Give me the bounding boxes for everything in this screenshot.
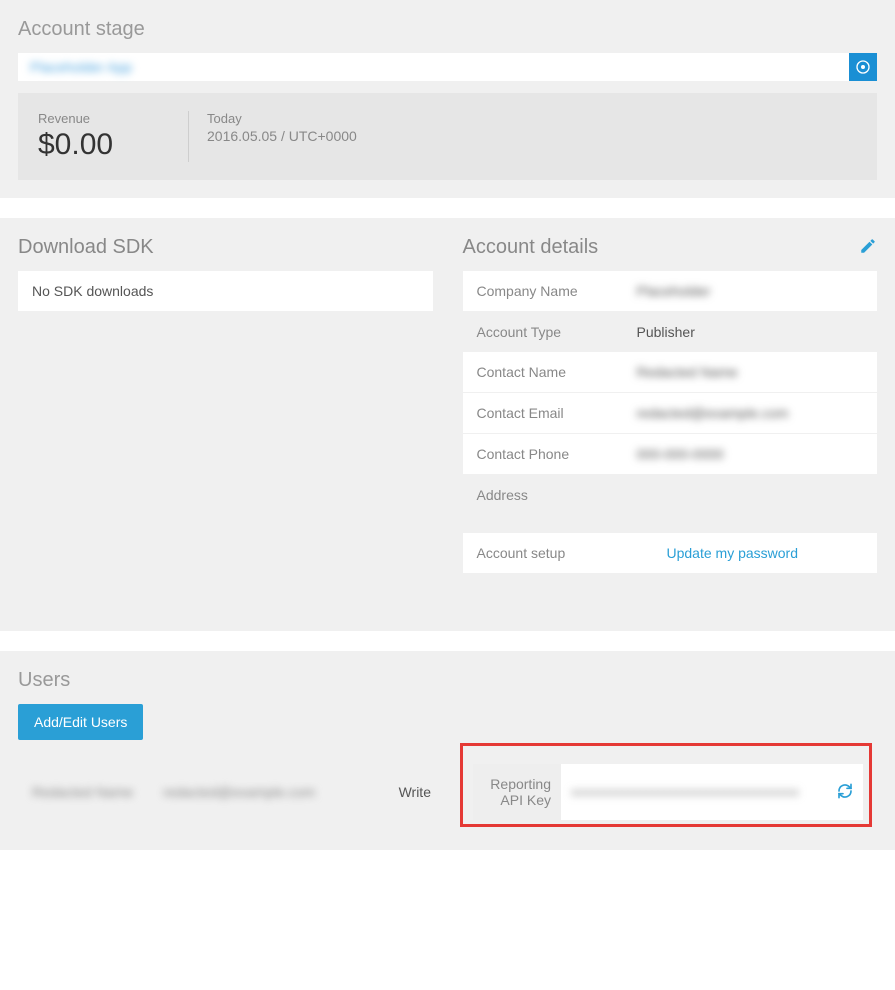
address-label: Address [477, 487, 637, 503]
contact-email-value: redacted@example.com [637, 405, 789, 421]
account-setup-row: Account setup Update my password [463, 533, 878, 573]
edit-account-button[interactable] [859, 237, 877, 258]
company-name-row: Company Name Placeholder [463, 271, 878, 312]
user-email: redacted@example.com [163, 784, 315, 800]
user-row: Redacted Name redacted@example.com Write… [18, 752, 877, 832]
users-panel: Users Add/Edit Users Redacted Name redac… [0, 651, 895, 850]
revenue-label: Revenue [38, 111, 178, 126]
contact-phone-label: Contact Phone [477, 446, 637, 462]
sdk-empty-row: No SDK downloads [18, 271, 433, 311]
navigate-button[interactable] [849, 53, 877, 81]
api-key-value: xxxxxxxxxxxxxxxxxxxxxxxxxxxxxxxxxxxxxx [571, 785, 799, 799]
sdk-details-panel: Download SDK No SDK downloads Account de… [0, 218, 895, 631]
contact-phone-value: 000-000-0000 [637, 446, 724, 462]
account-type-row: Account Type Publisher [463, 312, 878, 352]
add-edit-users-button[interactable]: Add/Edit Users [18, 704, 143, 740]
company-name-label: Company Name [477, 283, 637, 299]
account-app-bar: Placeholder App [18, 53, 877, 81]
account-stage-title: Account stage [18, 18, 877, 41]
api-key-box: Reporting API Key xxxxxxxxxxxxxxxxxxxxxx… [473, 764, 863, 820]
address-row: Address [463, 475, 878, 515]
contact-email-row: Contact Email redacted@example.com [463, 393, 878, 434]
refresh-api-key-button[interactable] [837, 783, 853, 802]
api-key-label: Reporting API Key [473, 764, 561, 820]
contact-phone-row: Contact Phone 000-000-0000 [463, 434, 878, 475]
revenue-stat: Revenue $0.00 [28, 111, 188, 162]
refresh-icon [837, 783, 853, 799]
user-permission: Write [399, 784, 431, 800]
user-name: Redacted Name [32, 784, 133, 800]
account-stage-panel: Account stage Placeholder App Revenue $0… [0, 0, 895, 198]
pencil-icon [859, 237, 877, 255]
compass-icon [855, 59, 871, 75]
download-sdk-section: Download SDK No SDK downloads [18, 236, 433, 613]
account-setup-label: Account setup [477, 545, 667, 561]
account-details-title: Account details [463, 236, 599, 259]
today-label: Today [207, 111, 357, 126]
revenue-value: $0.00 [38, 128, 178, 162]
today-stat: Today 2016.05.05 / UTC+0000 [188, 111, 367, 162]
download-sdk-title: Download SDK [18, 236, 154, 259]
contact-email-label: Contact Email [477, 405, 637, 421]
account-app-name: Placeholder App [30, 59, 132, 75]
stats-box: Revenue $0.00 Today 2016.05.05 / UTC+000… [18, 93, 877, 180]
company-name-value: Placeholder [637, 283, 711, 299]
account-details-section: Account details Company Name Placeholder… [463, 236, 878, 613]
account-type-label: Account Type [477, 324, 637, 340]
users-title: Users [18, 669, 877, 692]
contact-name-label: Contact Name [477, 364, 637, 380]
today-value: 2016.05.05 / UTC+0000 [207, 128, 357, 144]
contact-name-row: Contact Name Redacted Name [463, 352, 878, 393]
account-type-value: Publisher [637, 324, 695, 340]
update-password-link[interactable]: Update my password [667, 545, 799, 561]
contact-name-value: Redacted Name [637, 364, 738, 380]
